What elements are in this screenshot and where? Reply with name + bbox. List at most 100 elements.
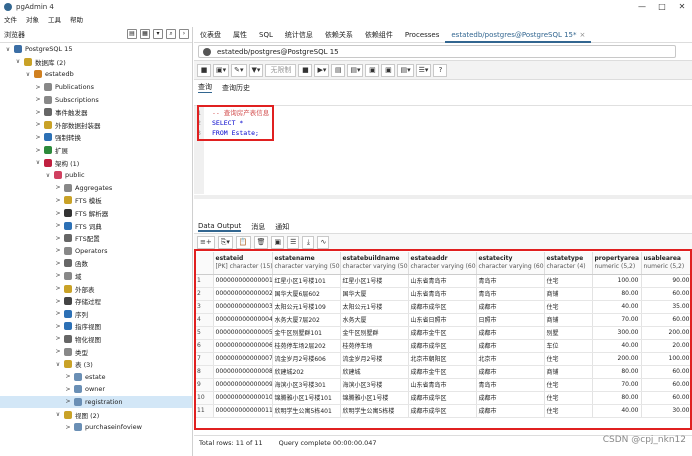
chevron-right-icon[interactable]: > [64,386,72,393]
chevron-right-icon[interactable]: > [64,398,72,405]
graph-button[interactable]: ∿ [317,235,330,249]
chevron-right-icon[interactable]: > [54,247,62,254]
execute-button[interactable]: ▶▾ [314,63,330,77]
menu-file[interactable]: 文件 [4,14,17,24]
menu-tools[interactable]: 工具 [48,14,61,24]
copy-button[interactable]: ⎘▾ [217,235,233,249]
chevron-right-icon[interactable]: > [54,197,62,204]
tree-item[interactable]: > 事件触发器 [0,106,192,119]
tree-item[interactable]: > 指序视图 [0,320,192,333]
tab-query-history[interactable]: 查询历史 [222,83,250,93]
chevron-right-icon[interactable]: > [54,335,62,342]
database-icon[interactable]: ▤ [127,29,137,39]
tree-item[interactable]: > Publications [0,81,192,94]
main-tab[interactable]: 统计信息 [279,27,319,43]
chevron-right-icon[interactable]: > [54,272,62,279]
tree-item[interactable]: > estate [0,370,192,383]
clear-button[interactable]: ▤▾ [397,63,414,77]
tree-item[interactable]: ∨ 表 (3) [0,358,192,371]
filter-icon[interactable]: ▾ [153,29,163,39]
chevron-right-icon[interactable]: > [54,310,62,317]
chevron-down-icon[interactable]: ∨ [24,71,32,78]
chevron-right-icon[interactable]: > [54,184,62,191]
tree-item[interactable]: > Aggregates [0,182,192,195]
main-tab[interactable]: 属性 [227,27,253,43]
macros-button[interactable]: ☰▾ [415,63,432,77]
chevron-right-icon[interactable]: > [64,424,72,431]
chevron-down-icon[interactable]: ∨ [34,159,42,166]
tree-item[interactable]: ∨ estatedb [0,68,192,81]
tree-item[interactable]: > FTS 解析器 [0,207,192,220]
tree-item[interactable]: > registration [0,395,192,409]
sql-editor[interactable]: 1 -- 查询房产表信息 2 SELECT * 3 FROM Estate; [194,105,692,194]
connection-select[interactable]: estatedb/postgres@PostgreSQL 15 [198,45,676,58]
tree-item[interactable]: ∨ 数据库 (2) [0,56,192,69]
menu-help[interactable]: 帮助 [70,14,83,24]
chevron-right-icon[interactable]: > [54,222,62,229]
main-tab[interactable]: 仪表盘 [194,27,227,43]
rollback-button[interactable]: ▣ [381,63,396,77]
tree-item[interactable]: > purchaseinfoview [0,421,192,434]
tree-item[interactable]: > 物化视图 [0,333,192,346]
chevron-down-icon[interactable]: ∨ [54,361,62,368]
close-tab-icon[interactable]: × [580,31,586,39]
delete-row-button[interactable]: 🗑 [253,235,269,249]
main-tab[interactable]: 依赖关系 [319,27,359,43]
chevron-down-icon[interactable]: ∨ [14,58,22,65]
tree-item[interactable]: > FTS配置 [0,232,192,245]
main-tab[interactable]: SQL [253,27,279,43]
chevron-right-icon[interactable]: > [54,285,62,292]
main-tab[interactable]: 依赖组件 [359,27,399,43]
chevron-down-icon[interactable]: ∨ [54,411,62,418]
tree-item[interactable]: > FTS 词典 [0,219,192,232]
chevron-right-icon[interactable]: > [54,235,62,242]
main-tab[interactable]: estatedb/postgres@PostgreSQL 15* × [445,27,592,43]
stop-button[interactable]: ■ [298,63,313,77]
table-icon[interactable]: ▦ [140,29,150,39]
add-row-button[interactable]: ≡+ [197,235,215,249]
chevron-right-icon[interactable]: > [34,121,42,128]
chevron-right-icon[interactable]: > [54,260,62,267]
commit-button[interactable]: ▣ [365,63,380,77]
chevron-right-icon[interactable]: > [54,348,62,355]
chevron-right-icon[interactable]: > [64,373,72,380]
tree-item[interactable]: > FTS 模板 [0,194,192,207]
tree-item[interactable]: > 存储过程 [0,295,192,308]
chevron-right-icon[interactable]: > [34,96,42,103]
chevron-right-icon[interactable]: > [54,210,62,217]
tree-item[interactable]: > 扩展 [0,144,192,157]
tab-data-output[interactable]: Data Output [198,222,242,232]
tree-item[interactable]: ∨ 架构 (1) [0,156,192,169]
chevron-right-icon[interactable]: > [34,84,42,91]
filter-rows-button[interactable]: ☰ [287,235,300,249]
maximize-button[interactable]: □ [652,0,672,13]
terminal-icon[interactable]: › [179,29,189,39]
chevron-right-icon[interactable]: > [34,147,42,154]
tree-item[interactable]: > 域 [0,270,192,283]
paste-button[interactable]: 📋 [235,235,251,249]
save-data-button[interactable]: ▣ [271,235,285,249]
tree-item[interactable]: > owner [0,383,192,396]
tree-item[interactable]: > 强制转换 [0,131,192,144]
tree-item[interactable]: ∨ 视图 (2) [0,408,192,421]
chevron-right-icon[interactable]: > [34,134,42,141]
search-icon[interactable]: ⌕ [166,29,176,39]
edit-button[interactable]: ✎▾ [231,63,247,77]
tree-item[interactable]: > 外部表 [0,282,192,295]
tree-item[interactable]: > 外部数据封装器 [0,119,192,132]
tree-item[interactable]: > 序列 [0,307,192,320]
explain-analyze-button[interactable]: ▤▾ [347,63,364,77]
help-button[interactable]: ? [433,63,448,77]
minimize-button[interactable]: — [632,0,652,13]
explain-button[interactable]: ▤ [331,63,346,77]
open-file-button[interactable]: ■ [197,63,211,77]
chevron-right-icon[interactable]: > [34,109,42,116]
tab-messages[interactable]: 消息 [251,222,265,232]
chevron-right-icon[interactable]: > [54,323,62,330]
download-button[interactable]: ⤓ [302,235,315,249]
tree-item[interactable]: > Subscriptions [0,93,192,106]
main-tab[interactable]: Processes [399,27,446,43]
tree-item[interactable]: ∨ PostgreSQL 15 [0,43,192,56]
tree-item[interactable]: > 函数 [0,257,192,270]
tree-item[interactable]: ∨ public [0,169,192,182]
